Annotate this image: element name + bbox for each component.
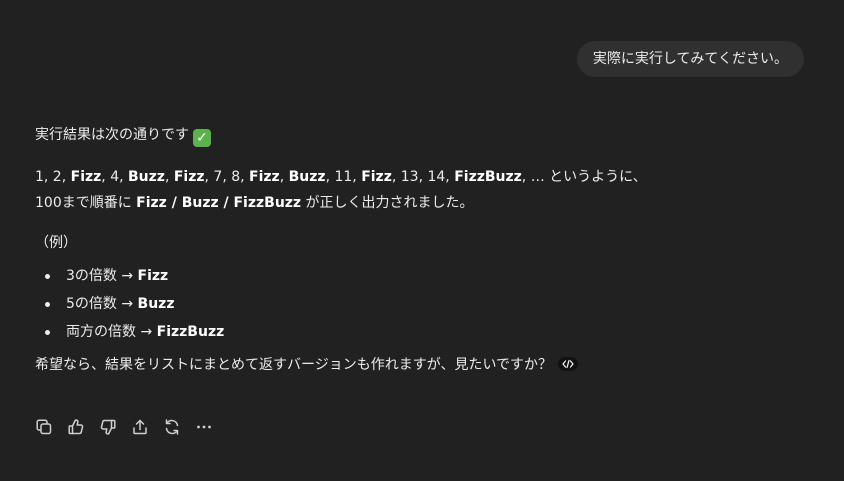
list-item-prefix: 5の倍数 → [66,296,138,312]
thumbs-down-button[interactable] [99,416,131,438]
text-segment: , 13, 14, [391,169,455,185]
more-icon [195,418,213,436]
message-actions [35,416,227,438]
assistant-intro: 実行結果は次の通りです ✓ [35,122,795,148]
thumbs-up-icon [67,418,85,436]
sequence-line: 1, 2, Fizz, 4, Buzz, Fizz, 7, 8, Fizz, B… [35,169,647,185]
bold-term: Fizz [249,169,280,185]
example-list: 3の倍数 → Fizz 5の倍数 → Buzz 両方の倍数 → FizzBuzz [35,262,795,346]
text-segment: , 11, [325,169,362,185]
text-segment: , [164,169,174,185]
bold-term: Fizz [70,169,102,185]
list-item-value: FizzBuzz [156,324,225,340]
share-icon [131,418,149,436]
thumbs-down-icon [99,418,117,436]
intro-text: 実行結果は次の通りです [35,127,189,143]
text-segment: 1, 2, [35,169,71,185]
text-segment: , 4, [101,169,129,185]
text-segment: , 7, 8, [204,169,250,185]
text-segment: が正しく出力されました。 [301,195,474,211]
list-item: 両方の倍数 → FizzBuzz [35,318,795,346]
closing-text: 希望なら、結果をリストにまとめて返すバージョンも作れますが、見たいですか？ [35,357,553,373]
list-item-prefix: 両方の倍数 → [66,324,157,340]
summary-line: 100まで順番に Fizz / Buzz / FizzBuzz が正しく出力され… [35,195,474,211]
more-button[interactable] [195,416,227,438]
code-icon[interactable] [558,357,579,371]
thumbs-up-button[interactable] [67,416,99,438]
bold-term: Buzz [128,169,165,185]
user-message-bubble: 実際に実行してみてください。 [576,41,804,77]
bold-term: Buzz [288,169,326,185]
assistant-message: 実行結果は次の通りです ✓ 1, 2, Fizz, 4, Buzz, Fizz, … [35,122,795,378]
copy-button[interactable] [35,416,67,438]
copy-icon [35,418,53,436]
list-item-value: Fizz [137,268,169,284]
example-label: （例） [35,235,77,251]
user-message-text: 実際に実行してみてください。 [592,51,788,67]
bold-term: FizzBuzz [454,169,522,185]
check-mark-icon: ✓ [193,129,211,147]
text-segment: , [279,169,289,185]
list-item: 5の倍数 → Buzz [35,290,795,318]
text-segment: , … というように、 [521,169,647,185]
regenerate-button[interactable] [163,416,195,438]
result-paragraph: 1, 2, Fizz, 4, Buzz, Fizz, 7, 8, Fizz, B… [35,164,795,216]
closing-paragraph: 希望なら、結果をリストにまとめて返すバージョンも作れますが、見たいですか？ [35,352,795,378]
list-item: 3の倍数 → Fizz [35,262,795,290]
bold-term: Fizz [173,169,205,185]
regenerate-icon [163,418,181,436]
share-button[interactable] [131,416,163,438]
bold-term: Fizz [361,169,392,185]
text-segment: 100まで順番に [35,195,137,211]
list-item-value: Buzz [137,296,175,312]
bold-term: Fizz / Buzz / FizzBuzz [136,195,302,211]
list-item-prefix: 3の倍数 → [66,268,138,284]
